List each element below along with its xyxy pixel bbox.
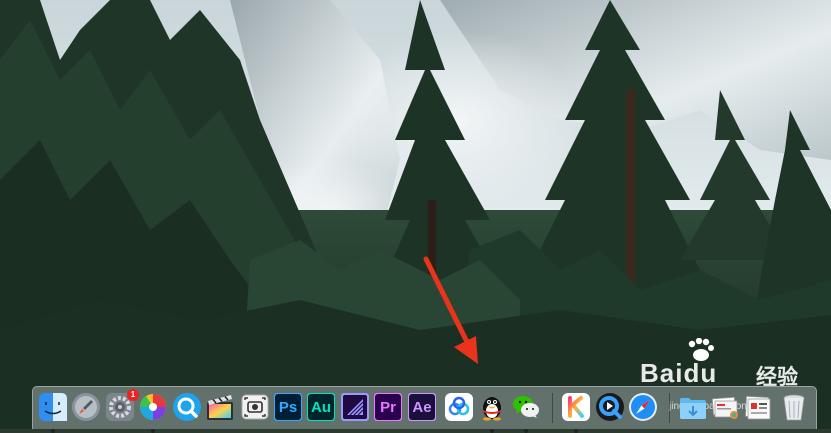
dock-item-audition[interactable]: Au <box>306 392 336 422</box>
dock-divider <box>552 393 553 423</box>
running-indicator <box>574 429 578 433</box>
dock-item-wechat[interactable] <box>511 392 541 433</box>
clapper-icon <box>207 395 233 420</box>
running-indicator <box>51 429 55 433</box>
trash-icon <box>783 394 805 421</box>
folder-icon <box>680 398 706 419</box>
dock-item-baidu-netdisk[interactable] <box>444 392 474 422</box>
premiere-label: Pr <box>375 394 401 420</box>
penguin-icon <box>483 397 501 421</box>
dock-item-trash[interactable] <box>779 392 809 422</box>
quicktime-icon <box>596 393 624 421</box>
dock-item-downloads[interactable] <box>678 392 708 422</box>
cloud-icon <box>445 393 473 421</box>
dock-item-final-cut[interactable] <box>205 392 235 422</box>
dock-item-browser[interactable] <box>172 392 202 422</box>
dock-item-media-encoder[interactable] <box>340 392 370 422</box>
dock-item-screenshot[interactable] <box>240 392 270 422</box>
dock-item-kuaibo[interactable] <box>561 392 591 433</box>
dock-item-safari[interactable] <box>628 392 658 422</box>
dock-item-launchpad[interactable] <box>71 392 101 422</box>
dock-divider <box>669 393 670 423</box>
watermark-brand: Baidu <box>640 358 718 388</box>
dock-item-premiere[interactable]: Pr <box>373 392 403 422</box>
compass-icon <box>629 393 657 421</box>
after-effects-label: Ae <box>409 394 435 420</box>
dock-item-photoshop[interactable]: Ps <box>273 392 303 422</box>
k-icon <box>562 393 590 421</box>
dock-item-after-effects[interactable]: Ae <box>407 392 437 422</box>
dock-item-system-preferences[interactable]: 1 <box>105 389 139 422</box>
search-browser-icon <box>173 393 201 421</box>
dock-item-color-wheel[interactable] <box>138 392 168 433</box>
baidu-watermark: Baidu 经验 <box>638 338 828 389</box>
running-indicator <box>524 429 528 433</box>
finder-icon <box>39 393 67 421</box>
running-indicator <box>151 429 155 433</box>
dock: 1 Ps Au Pr Ae <box>32 386 817 433</box>
media-encoder-icon <box>341 393 369 421</box>
dock-item-qq[interactable] <box>477 392 507 433</box>
dock-item-finder[interactable] <box>38 392 68 433</box>
rocket-icon <box>72 393 100 421</box>
audition-label: Au <box>308 394 334 420</box>
wechat-icon <box>513 396 539 418</box>
screenshot-icon <box>241 394 269 420</box>
running-indicator <box>490 429 494 433</box>
stack-icon <box>711 396 738 419</box>
dock-item-documents-stack[interactable] <box>710 392 740 422</box>
dock-item-recent-stack[interactable] <box>743 392 773 422</box>
pinwheel-icon <box>139 394 166 420</box>
photoshop-label: Ps <box>275 394 301 420</box>
dock-item-quicktime[interactable] <box>595 392 625 422</box>
stack2-icon <box>745 395 771 420</box>
